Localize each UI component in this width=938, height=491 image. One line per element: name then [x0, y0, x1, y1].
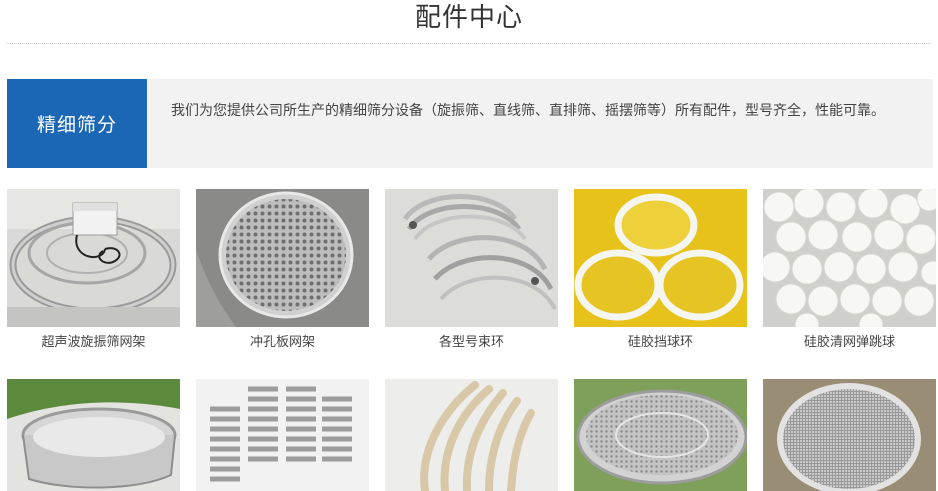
product-card[interactable] [7, 379, 180, 491]
accessories-page: 配件中心 精细筛分 我们为您提供公司所生产的精细筛分设备（旋振筛、直线筛、直排筛… [0, 0, 938, 491]
product-image-springs[interactable] [196, 379, 369, 491]
product-image-ultrasonic-frame[interactable] [7, 189, 180, 327]
product-card[interactable]: 硅胶挡球环 [574, 189, 747, 351]
product-card[interactable] [574, 379, 747, 491]
product-image-screen-frame[interactable] [7, 379, 180, 491]
product-image-silicone-ball-rings[interactable] [574, 189, 747, 327]
category-tab-fine-screening[interactable]: 精细筛分 [7, 79, 147, 168]
product-card[interactable] [763, 379, 936, 491]
product-card[interactable]: 各型号束环 [385, 189, 558, 351]
title-divider [7, 43, 931, 44]
product-card[interactable]: 超声波旋振筛网架 [7, 189, 180, 351]
product-image-mesh-frame[interactable] [574, 379, 747, 491]
product-caption[interactable]: 硅胶挡球环 [574, 335, 747, 351]
product-card[interactable]: 冲孔板网架 [196, 189, 369, 351]
product-caption[interactable]: 冲孔板网架 [196, 335, 369, 351]
product-image-screen-mesh[interactable] [763, 379, 936, 491]
category-description: 我们为您提供公司所生产的精细筛分设备（旋振筛、直线筛、直排筛、摇摆筛等）所有配件… [147, 79, 933, 168]
product-caption[interactable]: 硅胶清网弹跳球 [763, 335, 936, 351]
product-card[interactable] [196, 379, 369, 491]
product-card[interactable] [385, 379, 558, 491]
page-title: 配件中心 [414, 3, 523, 33]
product-card[interactable]: 硅胶清网弹跳球 [763, 189, 936, 351]
product-image-perforated-plate-frame[interactable] [196, 189, 369, 327]
product-caption[interactable]: 各型号束环 [385, 335, 558, 351]
product-image-rubber-strips[interactable] [385, 379, 558, 491]
product-image-silicone-balls[interactable] [763, 189, 936, 327]
product-image-clamp-rings[interactable] [385, 189, 558, 327]
product-caption[interactable]: 超声波旋振筛网架 [7, 335, 180, 351]
